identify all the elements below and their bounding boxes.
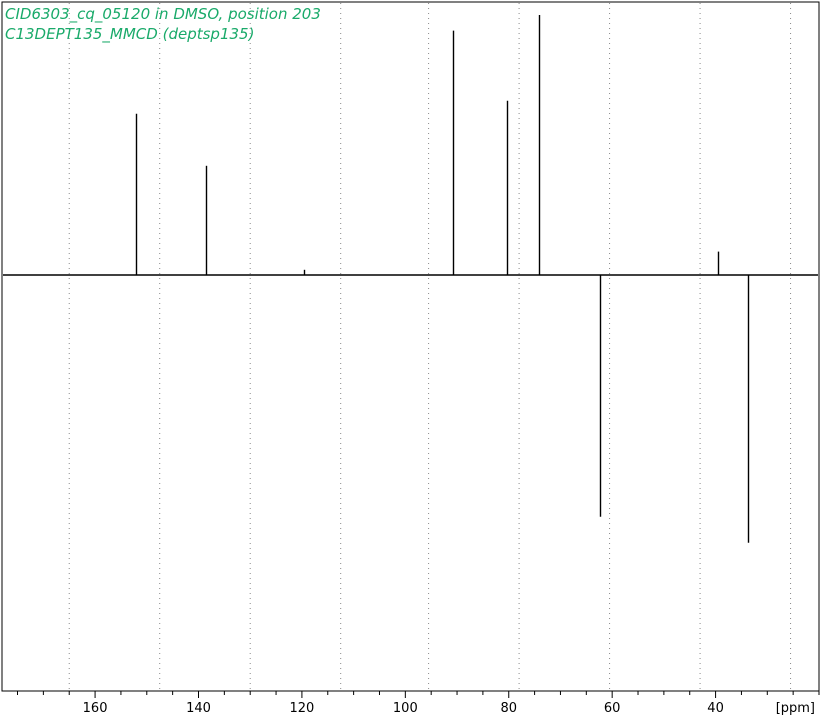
x-tick-label: 100 [393,701,418,716]
x-tick-label: 140 [186,701,211,716]
x-axis: 160 140 120 100 80 60 40 [ppm] [17,691,820,716]
spectrum-title-line-2: C13DEPT135_MMCD (deptsp135) [5,25,255,43]
x-tick-label: 80 [500,701,517,716]
x-tick-label: 120 [289,701,314,716]
spectrum-plot: 160 140 120 100 80 60 40 [ppm] CID6303_cq_05120… [0,0,821,720]
plot-border [1,1,820,692]
spectrum-trace [3,15,818,543]
chart-svg: 160 140 120 100 80 60 40 [ppm] [1,1,820,716]
x-tick-label: 160 [83,701,108,716]
x-tick-label: 60 [604,701,621,716]
grid-lines [68,3,792,690]
x-axis-label: [ppm] [776,701,815,716]
spectrum-title-line-1: CID6303_cq_05120 in DMSO, position 203 [5,5,321,23]
x-tick-label: 40 [707,701,724,716]
